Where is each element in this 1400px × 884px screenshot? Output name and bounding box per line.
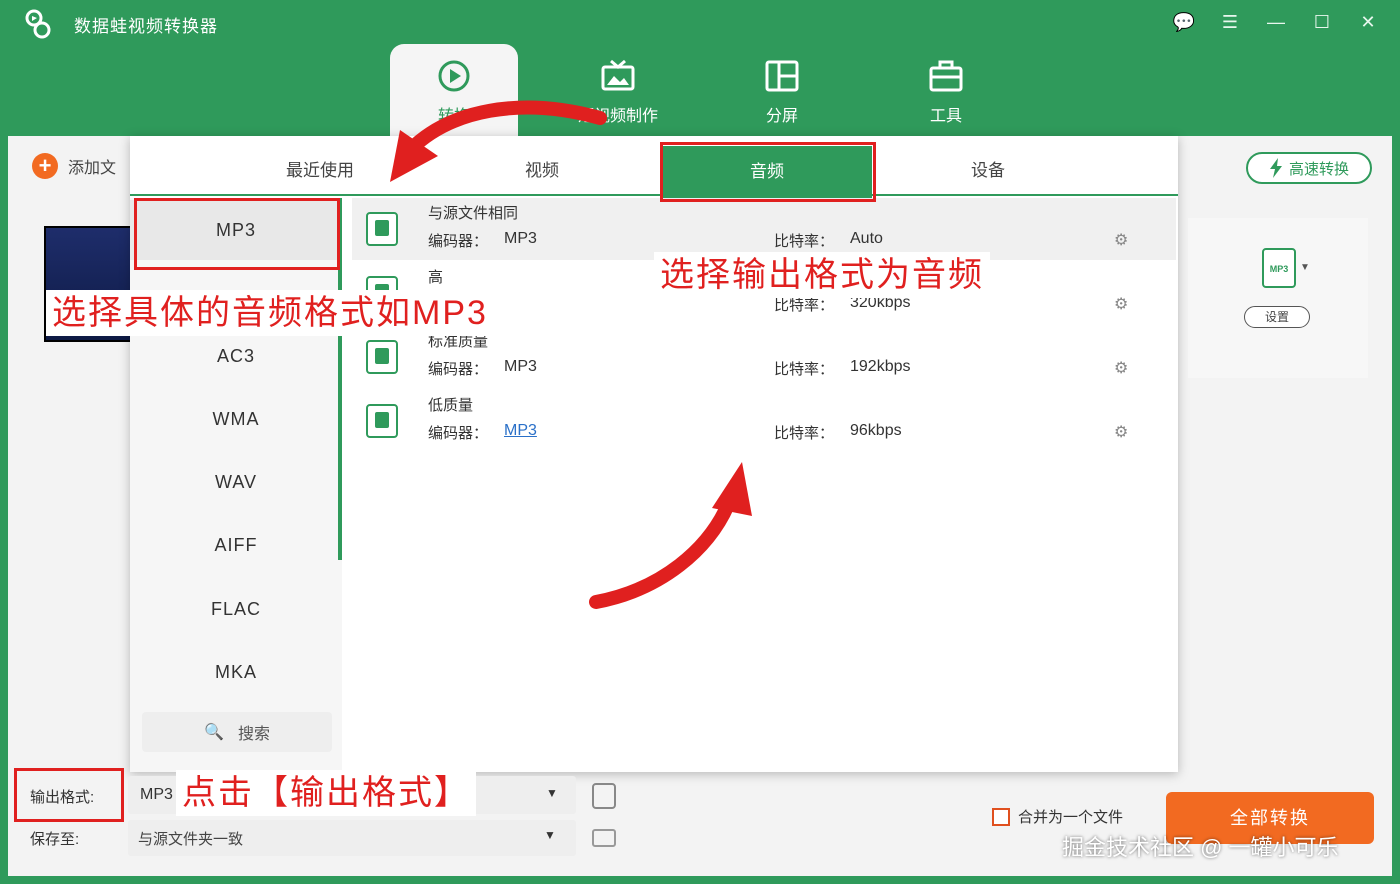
codec-label: 编码器： xyxy=(428,425,489,442)
title-bar: 数据蛙视频转换器 💬 ☰ — ☐ ✕ xyxy=(0,0,1400,48)
preset-row[interactable]: 与源文件相同 编码器： MP3 比特率： Auto ⚙ xyxy=(352,198,1176,260)
lightning-icon xyxy=(1269,158,1282,178)
annotation-pick-audio: 选择输出格式为音频 xyxy=(654,252,990,298)
gear-icon[interactable]: ⚙ xyxy=(1114,422,1128,442)
format-search[interactable]: 🔍 搜索 xyxy=(142,712,332,752)
preset-audio-icon xyxy=(366,340,398,374)
window-controls: 💬 ☰ — ☐ ✕ xyxy=(1172,10,1380,34)
plus-icon: + xyxy=(32,153,58,179)
output-format-value: MP3 xyxy=(140,786,173,803)
preset-bitrate: 192kbps xyxy=(850,358,911,375)
tab-tools[interactable]: 工具 xyxy=(882,44,1010,136)
output-settings-icon[interactable] xyxy=(592,783,616,809)
tab-convert[interactable]: 转换 xyxy=(390,44,518,136)
preset-name: 低质量 xyxy=(428,397,474,414)
annotation-box-audio-tab xyxy=(660,142,876,202)
search-icon: 🔍 xyxy=(204,724,224,741)
app-title: 数据蛙视频转换器 xyxy=(74,17,218,36)
mp3-file-label: MP3 xyxy=(1269,264,1289,274)
save-to-value: 与源文件夹一致 xyxy=(138,831,244,848)
add-file-button[interactable]: + 添加文 xyxy=(32,153,116,179)
annotation-click-output: 点击【输出格式】 xyxy=(176,770,476,816)
minimize-icon[interactable]: — xyxy=(1264,10,1288,34)
save-to-label: 保存至: xyxy=(30,831,80,848)
tab-split-screen[interactable]: 分屏 xyxy=(718,44,846,136)
preset-bitrate: Auto xyxy=(850,230,883,247)
tab-split-screen-label: 分屏 xyxy=(765,108,798,125)
chevron-down-icon[interactable]: ▼ xyxy=(544,828,556,842)
merge-label: 合并为一个文件 xyxy=(1018,809,1124,826)
toolbox-icon xyxy=(929,60,963,92)
tab-short-video[interactable]: 短视频制作 xyxy=(554,44,682,136)
app-logo-icon xyxy=(25,9,51,39)
convert-icon xyxy=(438,60,470,92)
preset-name: 与源文件相同 xyxy=(428,205,519,222)
search-label: 搜索 xyxy=(237,726,270,743)
bitrate-label: 比特率： xyxy=(774,361,835,378)
format-item-flac[interactable]: FLAC xyxy=(130,579,342,639)
merge-option[interactable]: 合并为一个文件 xyxy=(992,806,1123,827)
bitrate-label: 比特率： xyxy=(774,425,835,442)
preset-audio-icon xyxy=(366,212,398,246)
preset-codec: MP3 xyxy=(504,358,537,375)
format-item-wma[interactable]: WMA xyxy=(130,389,342,449)
preset-codec: MP3 xyxy=(504,230,537,247)
tab-recent[interactable]: 最近使用 xyxy=(220,156,420,181)
add-file-label: 添加文 xyxy=(68,160,117,177)
fast-convert-label: 高速转换 xyxy=(1288,160,1349,178)
merge-checkbox[interactable] xyxy=(992,807,1010,826)
codec-label: 编码器： xyxy=(428,233,489,250)
preset-codec[interactable]: MP3 xyxy=(504,422,537,440)
preset-name: 高 xyxy=(428,269,444,286)
bitrate-label: 比特率： xyxy=(774,233,835,250)
settings-button[interactable]: 设置 xyxy=(1244,306,1310,328)
fast-convert-button[interactable]: 高速转换 xyxy=(1246,152,1372,184)
tab-device[interactable]: 设备 xyxy=(888,156,1088,181)
annotation-box-mp3 xyxy=(134,198,340,270)
gear-icon[interactable]: ⚙ xyxy=(1114,230,1128,250)
output-settings-panel xyxy=(1188,218,1368,378)
menu-icon[interactable]: ☰ xyxy=(1218,10,1242,34)
split-screen-icon xyxy=(765,60,799,92)
folder-icon[interactable] xyxy=(592,829,616,847)
chevron-down-icon[interactable]: ▼ xyxy=(546,786,558,800)
short-video-icon xyxy=(601,59,635,91)
annotation-box-output-format xyxy=(14,768,124,822)
close-icon[interactable]: ✕ xyxy=(1356,10,1380,34)
watermark: 掘金技术社区 @ 一罐小可乐 xyxy=(1062,835,1339,860)
preset-bitrate: 96kbps xyxy=(850,422,902,439)
preset-audio-icon xyxy=(366,404,398,438)
codec-label: 编码器： xyxy=(428,361,489,378)
feedback-icon[interactable]: 💬 xyxy=(1172,10,1196,34)
maximize-icon[interactable]: ☐ xyxy=(1310,10,1334,34)
tab-short-video-label: 短视频制作 xyxy=(577,108,658,125)
format-item-wav[interactable]: WAV xyxy=(130,452,342,512)
tab-convert-label: 转换 xyxy=(437,108,470,125)
tab-video[interactable]: 视频 xyxy=(442,156,642,181)
chevron-down-icon[interactable]: ▼ xyxy=(1300,262,1310,273)
annotation-pick-specific: 选择具体的音频格式如MP3 xyxy=(46,290,494,336)
gear-icon[interactable]: ⚙ xyxy=(1114,358,1128,378)
mp3-file-icon[interactable]: MP3 xyxy=(1262,248,1296,288)
preset-row[interactable]: 低质量 编码器： MP3 比特率： 96kbps ⚙ xyxy=(352,390,1176,452)
format-item-mka[interactable]: MKA xyxy=(130,642,342,702)
tab-tools-label: 工具 xyxy=(929,108,962,125)
format-category-tabs: 最近使用 视频 音频 设备 xyxy=(130,136,1178,198)
format-list: MP3 AC3 WMA WAV AIFF FLAC MKA xyxy=(130,198,342,772)
format-item-aiff[interactable]: AIFF xyxy=(130,515,342,575)
gear-icon[interactable]: ⚙ xyxy=(1114,294,1128,314)
